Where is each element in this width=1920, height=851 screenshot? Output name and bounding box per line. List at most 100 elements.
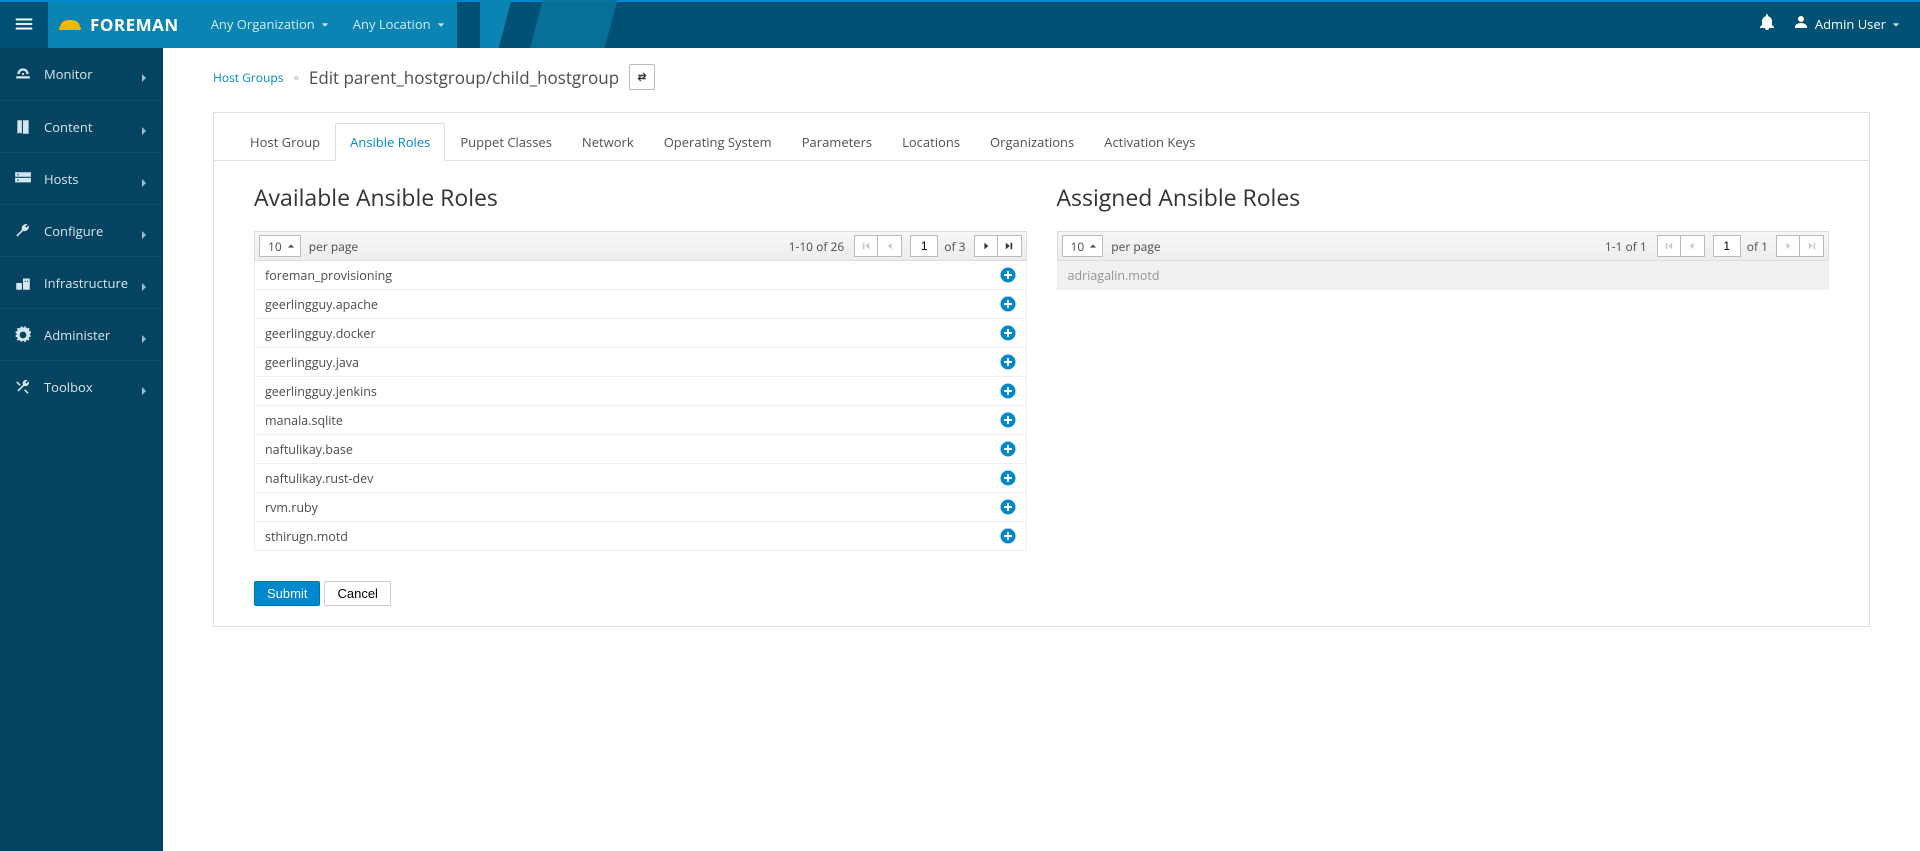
range-label: 1-10 of 26 xyxy=(789,238,845,255)
hamburger-icon xyxy=(13,13,35,35)
loc-selector-label: Any Location xyxy=(353,15,431,33)
sidebar-item-label: Toolbox xyxy=(44,378,93,396)
cog-icon xyxy=(14,326,32,344)
sidebar-item-hosts[interactable]: Hosts xyxy=(0,152,163,204)
prev-page-button[interactable] xyxy=(878,235,902,257)
role-name: manala.sqlite xyxy=(265,412,1000,429)
main-content: Host Groups » Edit parent_hostgroup/chil… xyxy=(163,48,1920,851)
role-name: geerlingguy.jenkins xyxy=(265,383,1000,400)
tab-locations[interactable]: Locations xyxy=(887,123,975,161)
available-per-page-selector[interactable]: 10 xyxy=(259,235,301,257)
chevron-right-icon xyxy=(139,330,149,340)
range-label: 1-1 of 1 xyxy=(1605,238,1647,255)
caret-up-icon xyxy=(287,242,295,250)
chevron-right-icon xyxy=(139,122,149,132)
breadcrumb-parent-link[interactable]: Host Groups xyxy=(213,69,283,86)
next-page-button[interactable] xyxy=(1776,235,1800,257)
add-role-button[interactable] xyxy=(1000,383,1016,399)
available-pager: 10 per page 1-10 of 26 of 3 xyxy=(254,231,1027,261)
role-name: naftulikay.rust-dev xyxy=(265,470,1000,487)
page-input[interactable] xyxy=(1713,235,1741,257)
breadcrumb: Host Groups » Edit parent_hostgroup/chil… xyxy=(163,60,1920,102)
caret-down-icon xyxy=(437,15,445,33)
tab-parameters[interactable]: Parameters xyxy=(787,123,887,161)
total-pages-label: of 1 xyxy=(1747,238,1768,255)
add-role-button[interactable] xyxy=(1000,325,1016,341)
assigned-role-row: adriagalin.motd xyxy=(1058,261,1829,290)
user-icon xyxy=(1793,14,1809,34)
brand-logo-icon xyxy=(58,14,82,34)
add-role-button[interactable] xyxy=(1000,412,1016,428)
available-role-row: sthirugn.motd xyxy=(255,522,1026,551)
assigned-roles-title: Assigned Ansible Roles xyxy=(1057,181,1830,213)
page-input[interactable] xyxy=(910,235,938,257)
chevron-right-icon xyxy=(139,69,149,79)
first-page-button[interactable] xyxy=(854,235,878,257)
add-role-button[interactable] xyxy=(1000,441,1016,457)
sidebar-item-label: Administer xyxy=(44,326,110,344)
switcher-button[interactable] xyxy=(629,64,655,90)
total-pages-label: of 3 xyxy=(944,238,965,255)
user-menu[interactable]: Admin User xyxy=(1793,14,1900,34)
location-selector[interactable]: Any Location xyxy=(341,0,457,48)
cancel-button[interactable]: Cancel xyxy=(324,581,390,606)
menu-toggle-button[interactable] xyxy=(0,0,48,48)
sidebar-item-configure[interactable]: Configure xyxy=(0,204,163,256)
sidebar-item-label: Configure xyxy=(44,222,103,240)
add-role-button[interactable] xyxy=(1000,499,1016,515)
wrench-icon xyxy=(14,222,32,240)
per-page-label: per page xyxy=(1111,238,1160,255)
available-role-row: geerlingguy.java xyxy=(255,348,1026,377)
add-role-button[interactable] xyxy=(1000,296,1016,312)
sidebar-nav: MonitorContent Hosts Configure Infrastructu… xyxy=(0,48,163,851)
add-role-button[interactable] xyxy=(1000,354,1016,370)
organization-selector[interactable]: Any Organization xyxy=(199,0,341,48)
submit-button[interactable]: Submit xyxy=(254,581,320,606)
tab-network[interactable]: Network xyxy=(567,123,649,161)
chevron-right-icon xyxy=(139,382,149,392)
next-page-button[interactable] xyxy=(974,235,998,257)
tab-activation-keys[interactable]: Activation Keys xyxy=(1089,123,1210,161)
brand[interactable]: FOREMAN xyxy=(48,0,199,48)
tab-operating-system[interactable]: Operating System xyxy=(649,123,787,161)
available-role-row: geerlingguy.jenkins xyxy=(255,377,1026,406)
role-name: naftulikay.base xyxy=(265,441,1000,458)
add-role-button[interactable] xyxy=(1000,528,1016,544)
sidebar-item-content[interactable]: Content xyxy=(0,100,163,152)
tab-organizations[interactable]: Organizations xyxy=(975,123,1089,161)
sidebar-item-administer[interactable]: Administer xyxy=(0,308,163,360)
assigned-per-page-selector[interactable]: 10 xyxy=(1062,235,1104,257)
add-role-button[interactable] xyxy=(1000,267,1016,283)
user-name-label: Admin User xyxy=(1815,15,1886,33)
role-name: geerlingguy.java xyxy=(265,354,1000,371)
available-role-row: naftulikay.rust-dev xyxy=(255,464,1026,493)
sidebar-item-toolbox[interactable]: Toolbox xyxy=(0,360,163,412)
book-icon xyxy=(14,118,32,136)
tab-host-group[interactable]: Host Group xyxy=(235,123,335,161)
first-page-button[interactable] xyxy=(1657,235,1681,257)
sidebar-item-label: Infrastructure xyxy=(44,274,128,292)
tab-puppet-classes[interactable]: Puppet Classes xyxy=(445,123,567,161)
swap-icon xyxy=(636,71,648,83)
prev-page-button[interactable] xyxy=(1681,235,1705,257)
chevron-right-icon xyxy=(139,278,149,288)
role-name: foreman_provisioning xyxy=(265,267,1000,284)
sidebar-item-monitor[interactable]: Monitor xyxy=(0,48,163,100)
assigned-pager: 10 per page 1-1 of 1 of 1 xyxy=(1057,231,1830,261)
last-page-button[interactable] xyxy=(998,235,1022,257)
available-role-row: manala.sqlite xyxy=(255,406,1026,435)
last-page-button[interactable] xyxy=(1800,235,1824,257)
available-role-row: foreman_provisioning xyxy=(255,261,1026,290)
sidebar-item-label: Hosts xyxy=(44,170,78,188)
assigned-roles-column: Assigned Ansible Roles 10 per page 1-1 o… xyxy=(1057,181,1830,551)
add-role-button[interactable] xyxy=(1000,470,1016,486)
notifications-button[interactable] xyxy=(1759,14,1775,35)
available-roles-title: Available Ansible Roles xyxy=(254,181,1027,213)
sidebar-item-infrastructure[interactable]: Infrastructure xyxy=(0,256,163,308)
brand-text: FOREMAN xyxy=(90,13,179,36)
server-icon xyxy=(14,170,32,188)
role-name: sthirugn.motd xyxy=(265,528,1000,545)
tab-ansible-roles[interactable]: Ansible Roles xyxy=(335,123,445,161)
chevron-right-icon xyxy=(139,174,149,184)
caret-up-icon xyxy=(1089,242,1097,250)
